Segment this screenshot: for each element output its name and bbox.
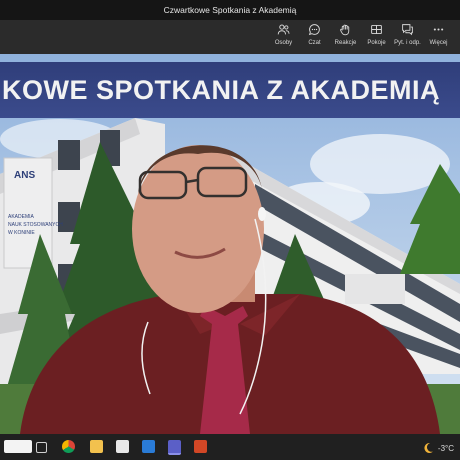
building-sign-line1: AKADEMIA — [8, 214, 35, 220]
video-feed: ANS AKADEMIA NAUK STOSOWANYCH W KONINIE — [0, 54, 460, 434]
chat-label: Czat — [308, 40, 321, 46]
window-titlebar: Czwartkowe Spotkania z Akademią — [0, 0, 460, 20]
reactions-label: Reakcje — [334, 40, 357, 46]
store-icon[interactable] — [116, 440, 129, 453]
window-title: Czwartkowe Spotkania z Akademią — [163, 5, 297, 15]
more-label: Więcej — [429, 40, 448, 46]
powerpoint-icon[interactable] — [194, 440, 207, 453]
weather-widget[interactable]: -3°C — [422, 442, 454, 454]
people-label: Osoby — [274, 40, 293, 46]
reactions-icon — [340, 24, 350, 36]
building-sign-line3: W KONINIE — [8, 230, 35, 236]
chrome-icon[interactable] — [62, 440, 75, 453]
weather-temperature: -3°C — [437, 443, 454, 453]
reactions-button[interactable]: Reakcje — [330, 23, 361, 46]
search-icon[interactable] — [4, 440, 32, 453]
taskbar: -3°C — [0, 434, 460, 460]
mail-icon[interactable] — [142, 440, 155, 453]
teams-icon[interactable] — [168, 440, 181, 455]
more-button[interactable]: Więcej — [423, 23, 454, 46]
file-explorer-icon[interactable] — [90, 440, 103, 453]
chat-icon — [308, 24, 320, 36]
qa-label: Pyt. i odp. — [394, 40, 421, 46]
rooms-button[interactable]: Pokoje — [361, 23, 392, 46]
building-logo: ANS — [14, 170, 35, 181]
people-button[interactable]: Osoby — [268, 23, 299, 46]
meeting-title-banner: KOWE SPOTKANIA Z AKADEMIĄ — [0, 62, 460, 118]
moon-icon — [424, 442, 433, 453]
people-icon — [277, 24, 290, 35]
building-sign-line2: NAUK STOSOWANYCH — [8, 222, 63, 228]
meeting-toolbar: Osoby Czat Reakcje Pokoje Pyt. i odp. Wi… — [0, 20, 460, 54]
qa-icon — [402, 24, 413, 36]
rooms-icon — [371, 24, 382, 35]
banner-text: KOWE SPOTKANIA Z AKADEMIĄ — [2, 74, 440, 105]
chat-button[interactable]: Czat — [299, 23, 330, 46]
qa-button[interactable]: Pyt. i odp. — [392, 23, 423, 46]
rooms-label: Pokoje — [367, 40, 386, 46]
task-view-icon[interactable] — [36, 442, 47, 453]
more-icon — [433, 28, 444, 31]
